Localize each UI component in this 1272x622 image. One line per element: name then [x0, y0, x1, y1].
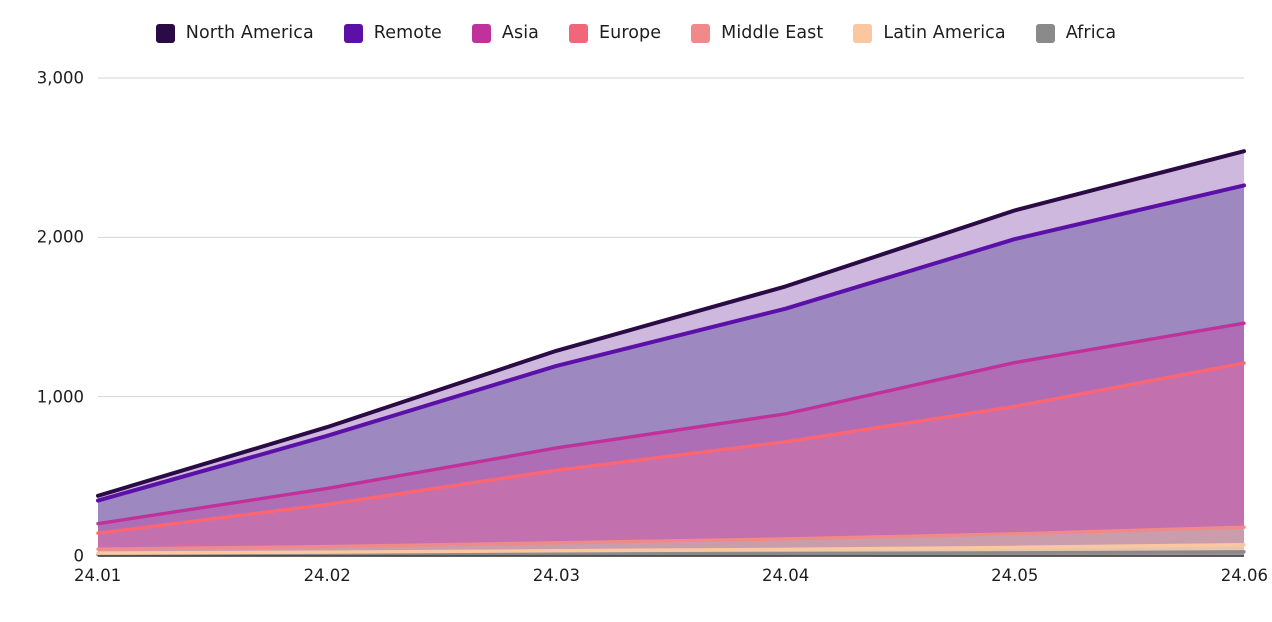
x-axis-tick-label: 24.06 [1220, 566, 1268, 585]
x-axis-tick-label: 24.05 [991, 566, 1039, 585]
x-axis-tick-label: 24.02 [303, 566, 351, 585]
stacked-area-chart: North America Remote Asia Europe Middle East… [0, 0, 1272, 622]
x-axis: 24.01 24.02 24.03 24.04 24.05 24.06 [0, 0, 1272, 622]
x-axis-tick-label: 24.03 [532, 566, 581, 585]
x-axis-tick-label: 24.01 [74, 566, 122, 585]
x-axis-tick-label: 24.04 [761, 566, 810, 585]
